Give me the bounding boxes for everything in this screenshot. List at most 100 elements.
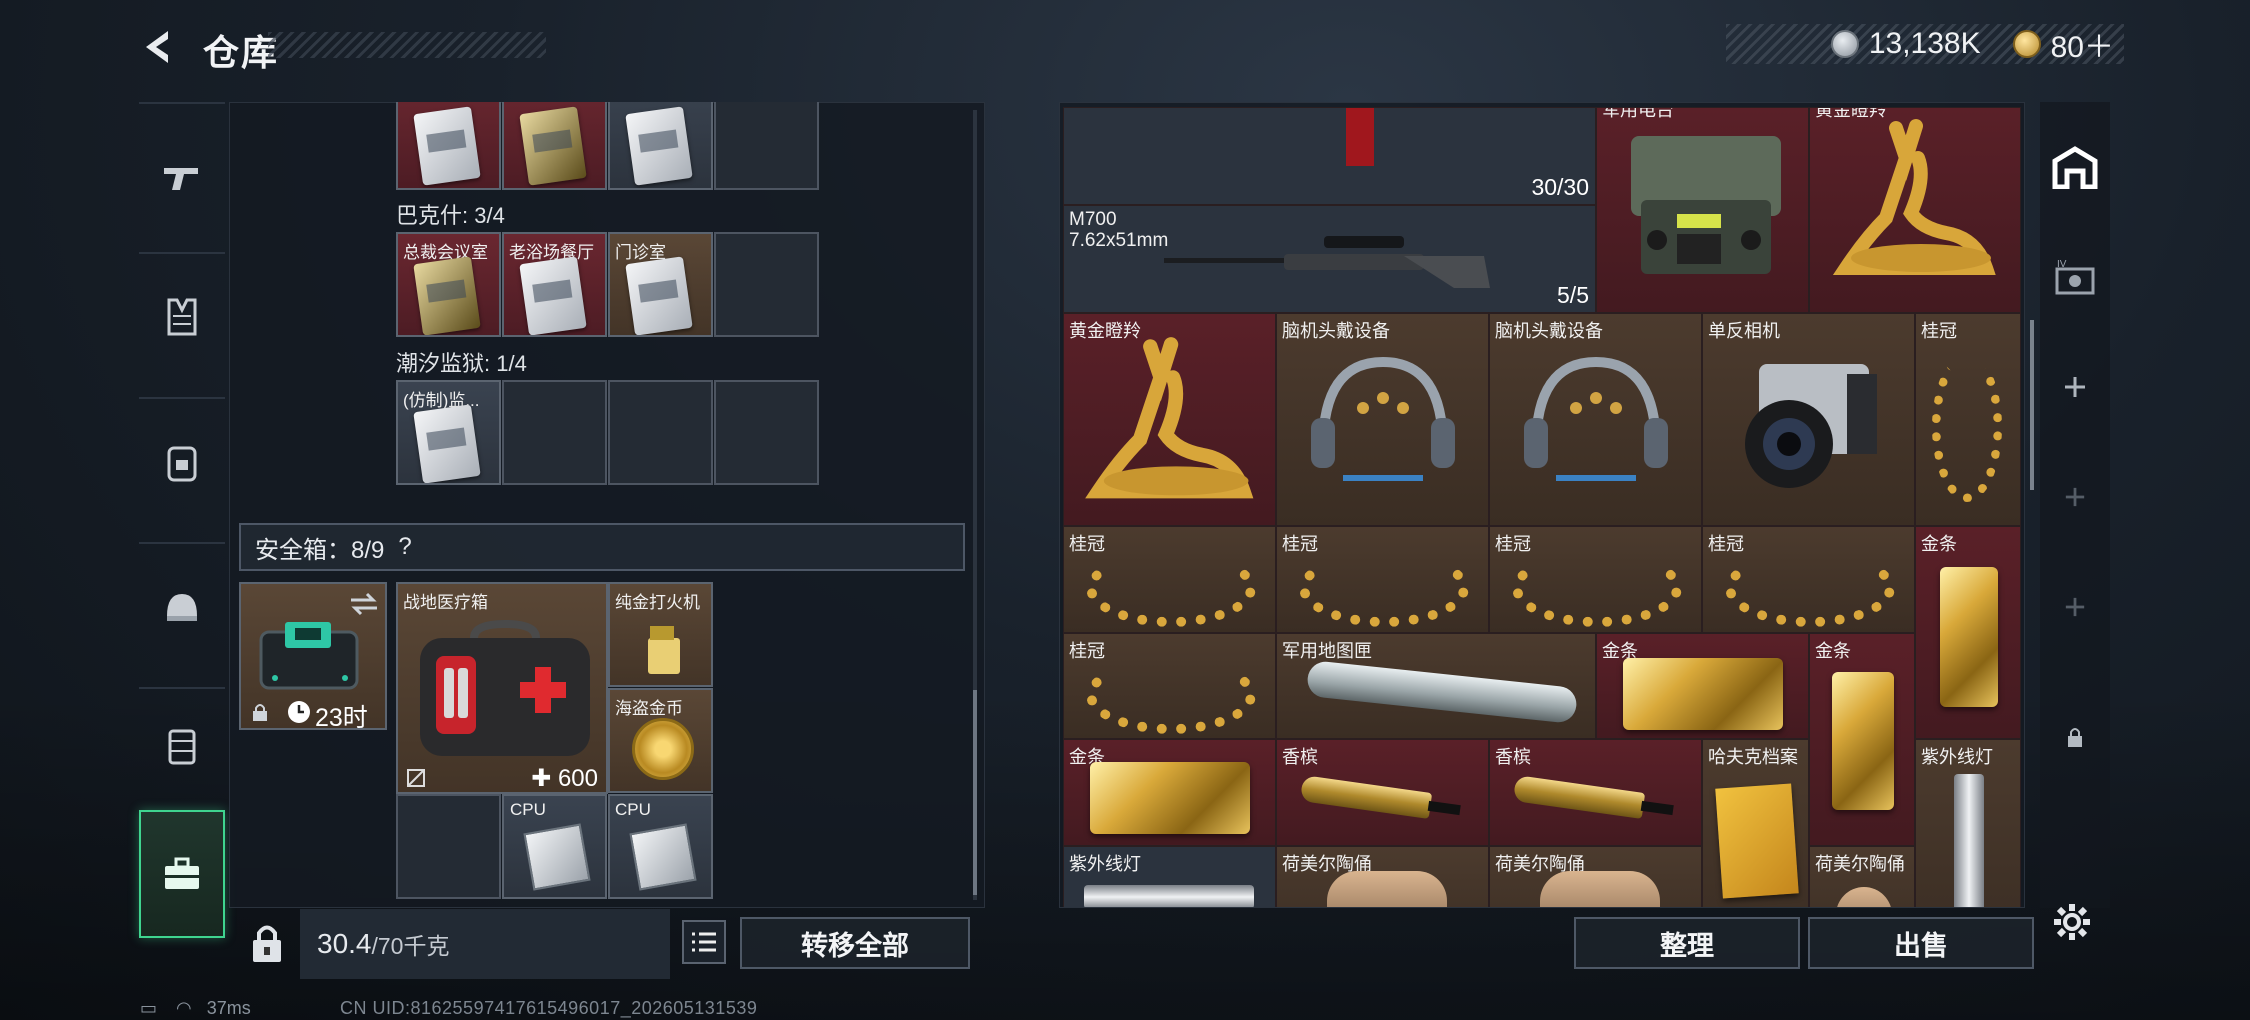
empty-slot[interactable] (714, 232, 819, 337)
item-hafuk-file[interactable]: 哈夫克档案 (1702, 739, 1809, 907)
nav-armor[interactable] (139, 262, 225, 372)
item-golden-gazelle[interactable]: 黄金瞪羚 (1063, 313, 1276, 526)
nav-helmet[interactable] (139, 552, 225, 662)
cpu-image (629, 823, 697, 891)
wifi-icon: ◠ (176, 998, 192, 1018)
item-cpu[interactable]: CPU (502, 794, 607, 899)
item-dslr-camera[interactable]: 单反相机 (1702, 313, 1915, 526)
empty-slot[interactable] (714, 380, 819, 485)
empty-slot[interactable] (608, 380, 713, 485)
item-military-radio[interactable]: 军用电台 (1596, 107, 1809, 313)
laurel-image (1725, 549, 1895, 627)
item-champagne[interactable]: 香槟 (1489, 739, 1702, 846)
nav-backpack[interactable] (139, 407, 225, 517)
sort-button[interactable]: 整理 (1574, 917, 1800, 969)
nav-safe-case[interactable] (139, 810, 225, 938)
section-title-bakesh: 巴克什: 3/4 (396, 203, 505, 228)
silver-amount: 13,138K (1868, 27, 1981, 60)
key-slot[interactable]: 门诊室 (608, 232, 713, 337)
laurel-image (1299, 549, 1469, 627)
swap-icon[interactable] (349, 592, 379, 616)
empty-slot[interactable] (502, 380, 607, 485)
transfer-all-button[interactable]: 转移全部 (740, 917, 970, 969)
gazelle-image (1832, 119, 1996, 275)
safe-box-header: 安全箱：8/9 ? (239, 523, 965, 571)
sniper-rifle-image (1164, 236, 1490, 288)
item-champagne[interactable]: 香槟 (1276, 739, 1489, 846)
gold-bar-image (1623, 658, 1783, 730)
item-bci-headset[interactable]: 脑机头戴设备 (1276, 313, 1489, 526)
item-ammo[interactable]: 30/30 (1063, 107, 1596, 205)
silver-coin-icon (1830, 30, 1859, 58)
sell-button[interactable]: 出售 (1808, 917, 2034, 969)
help-icon[interactable]: ? (398, 533, 411, 561)
gold-amount[interactable]: 80＋ (2051, 22, 2114, 66)
section-title-tidal-prison: 潮汐监狱: 1/4 (396, 351, 527, 376)
safe-box-slot[interactable]: 23时 (239, 582, 387, 730)
empty-slot[interactable] (396, 794, 501, 899)
item-pirate-coin[interactable]: 海盗金币 (608, 688, 713, 793)
item-m700[interactable]: M700 7.62x51mm 5/5 (1063, 205, 1596, 313)
stash-scrollbar[interactable] (2030, 320, 2034, 490)
add-stash-button[interactable] (2040, 332, 2110, 442)
laurel-image (1086, 656, 1256, 734)
add-stash-button[interactable] (2040, 552, 2110, 662)
helmet-icon (167, 594, 197, 621)
figurine-image (1836, 887, 1892, 907)
back-arrow-icon[interactable] (138, 27, 178, 67)
currency-bar[interactable]: 13,138K 80＋ (1726, 24, 2124, 64)
item-cpu[interactable]: CPU (608, 794, 713, 899)
item-map-tube[interactable]: 军用地图匣 (1276, 633, 1596, 739)
add-stash-button[interactable] (2040, 442, 2110, 552)
item-uv-lamp[interactable]: 紫外线灯 (1915, 739, 2021, 907)
gold-coin-icon (2012, 30, 2041, 58)
stash-tab-main[interactable] (2040, 112, 2110, 222)
lock-icon[interactable] (239, 916, 295, 972)
weight-indicator: 30.4/70千克 (300, 909, 670, 979)
item-hormel-figurine[interactable]: 荷美尔陶俑 (1809, 846, 1915, 907)
left-scrollbar[interactable] (973, 110, 977, 900)
item-laurel-crown[interactable]: 桂冠 (1063, 633, 1276, 739)
item-laurel-crown[interactable]: 桂冠 (1063, 526, 1276, 633)
uv-lamp-image (1084, 885, 1254, 907)
locked-stash-slot[interactable] (2040, 682, 2110, 792)
item-golden-gazelle[interactable]: 黄金瞪羚 (1809, 107, 2021, 313)
vest-icon (167, 298, 197, 336)
item-gold-lighter[interactable]: 纯金打火机 (608, 582, 713, 687)
nav-weapon[interactable] (139, 122, 225, 232)
medkit-value: ✚ 600 (531, 765, 598, 792)
lock-icon (253, 704, 267, 721)
key-slot[interactable]: (仿制)监... (396, 380, 501, 485)
item-hormel-figurine[interactable]: 荷美尔陶俑 (1276, 846, 1489, 907)
weight-current: 30.4 (317, 928, 372, 959)
item-laurel-crown[interactable]: 桂冠 (1915, 313, 2021, 526)
item-laurel-crown[interactable]: 桂冠 (1276, 526, 1489, 633)
status-bar: ▭ ◠ 37ms (140, 998, 251, 1019)
list-icon (692, 932, 716, 952)
gazelle-image (1085, 337, 1254, 499)
item-uv-lamp[interactable]: 紫外线灯 (1063, 846, 1276, 907)
bottle-image (1512, 775, 1646, 819)
nav-rig[interactable] (139, 692, 225, 802)
item-gold-bar[interactable]: 金条 (1596, 633, 1809, 739)
item-medkit[interactable]: 战地医疗箱 ✚ 600 (396, 582, 608, 794)
item-gold-bar[interactable]: 金条 (1063, 739, 1276, 846)
key-slot[interactable]: 老浴场餐厅 (502, 232, 607, 337)
ping-value: 37ms (206, 998, 251, 1018)
item-laurel-crown[interactable]: 桂冠 (1702, 526, 1915, 633)
settings-gear-icon[interactable] (2052, 902, 2092, 942)
item-laurel-crown[interactable]: 桂冠 (1489, 526, 1702, 633)
lock-icon (2068, 728, 2082, 747)
item-gold-bar[interactable]: 金条 (1915, 526, 2021, 739)
list-view-button[interactable] (682, 920, 726, 964)
file-image (1715, 783, 1799, 899)
title-decoration (268, 32, 546, 58)
item-bci-headset[interactable]: 脑机头戴设备 (1489, 313, 1702, 526)
gold-bar-image (1090, 762, 1250, 834)
item-gold-bar[interactable]: 金条 (1809, 633, 1915, 846)
item-hormel-figurine[interactable]: 荷美尔陶俑 (1489, 846, 1702, 907)
key-slot[interactable]: 总裁会议室 (396, 232, 501, 337)
stash-tab-4[interactable]: IV (2040, 222, 2110, 332)
gold-bar-image (1940, 567, 1998, 707)
stash-tabs: IV (2040, 102, 2110, 908)
